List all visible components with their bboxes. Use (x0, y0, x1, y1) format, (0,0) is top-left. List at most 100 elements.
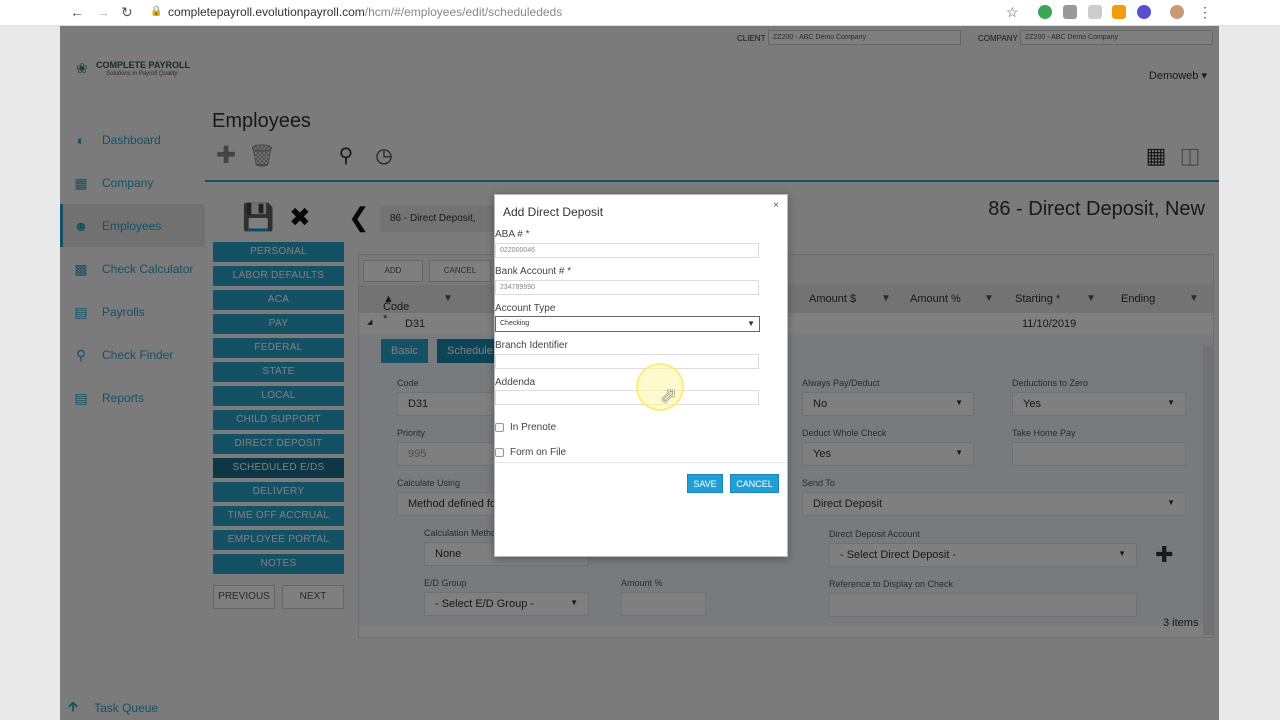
task-queue[interactable]: 🡱 Task Queue (68, 696, 158, 720)
form-on-file-checkbox[interactable]: Form on File (495, 447, 566, 458)
addenda-label: Addenda (495, 377, 536, 388)
collapse-icon[interactable]: ◢ (367, 318, 372, 326)
tab-personal[interactable]: PERSONAL (213, 242, 344, 262)
form-view-icon[interactable]: ◫ (1176, 142, 1204, 170)
tab-notes[interactable]: NOTES (213, 554, 344, 574)
extension-check-icon[interactable] (1038, 5, 1052, 19)
cancel-button[interactable]: CANCEL (730, 474, 779, 493)
filter-icon[interactable]: ▼ (443, 293, 453, 304)
filter-icon[interactable]: ▼ (984, 293, 994, 304)
row-starting: 11/10/2019 (1022, 318, 1077, 330)
back-chevron-icon[interactable]: ❮ (348, 202, 370, 233)
scrollbar[interactable] (1203, 345, 1213, 635)
in-prenote-checkbox[interactable]: In Prenote (495, 422, 556, 433)
avatar[interactable] (1170, 5, 1184, 19)
next-button[interactable]: NEXT (282, 585, 344, 609)
dialog-divider (495, 462, 787, 463)
extension-cloud-icon[interactable] (1063, 5, 1077, 19)
kebab-menu-icon[interactable]: ⋮ (1198, 4, 1212, 21)
add-direct-deposit-icon[interactable]: ✚ (1155, 542, 1173, 568)
col-code[interactable]: Code * ▲ (383, 293, 409, 325)
client-label: CLIENT (737, 34, 766, 43)
back-icon[interactable]: ← (70, 4, 84, 20)
ed-group-select[interactable]: - Select E/D Group - ▼ (424, 592, 589, 616)
sidebar-item-check-finder[interactable]: ⚲ Check Finder (60, 333, 205, 376)
forward-icon[interactable]: → (96, 4, 110, 20)
tab-pay[interactable]: PAY (213, 314, 344, 334)
sidebar-item-company[interactable]: ▦ Company (60, 161, 205, 204)
mouse-pointer-icon: ⬀ (660, 385, 677, 407)
extension-v-icon[interactable] (1137, 5, 1151, 19)
calc-using-label: Calculate Using (397, 478, 461, 488)
previous-button[interactable]: PREVIOUS (213, 585, 275, 609)
tab-local[interactable]: LOCAL (213, 386, 344, 406)
ed-group-label: E/D Group (424, 578, 467, 588)
detail-tab-schedule[interactable]: Schedule (437, 339, 503, 363)
save-button[interactable]: SAVE (687, 474, 723, 493)
checkbox-icon (495, 423, 504, 432)
grid-add-button[interactable]: ADD (363, 260, 423, 282)
client-select[interactable]: ZZ200 - ABC Demo Company (768, 30, 961, 45)
employee-name-heading: 86 - Direct Deposit, New (988, 198, 1205, 220)
col-amount-dollar[interactable]: Amount $ (809, 293, 856, 305)
addenda-input[interactable] (495, 390, 759, 405)
tab-scheduled-eds[interactable]: SCHEDULED E/DS (213, 458, 344, 478)
reference-field[interactable] (829, 593, 1137, 617)
add-icon[interactable]: ✚ (212, 142, 240, 170)
sidebar-item-check-calculator[interactable]: ▩ Check Calculator (60, 247, 205, 290)
grid-view-icon[interactable]: ▦ (1142, 142, 1170, 170)
dd-account-label: Direct Deposit Account (829, 529, 921, 539)
star-icon[interactable]: ☆ (1006, 4, 1019, 21)
tab-child-support[interactable]: CHILD SUPPORT (213, 410, 344, 430)
sidebar-item-dashboard[interactable]: ◐ Dashboard (60, 118, 205, 161)
sidebar-item-employees[interactable]: ☻ Employees (60, 204, 205, 247)
tab-state[interactable]: STATE (213, 362, 344, 382)
reload-icon[interactable]: ↻ (121, 4, 133, 21)
logo-tagline: Solutions in Payroll Quality (106, 71, 178, 77)
bank-account-input[interactable]: 234789990 (495, 280, 759, 295)
tab-federal[interactable]: FEDERAL (213, 338, 344, 358)
calendar-clock-icon[interactable]: ◷ (370, 142, 398, 170)
close-icon[interactable]: ✖ (289, 202, 311, 233)
tab-labor-defaults[interactable]: LABOR DEFAULTS (213, 266, 344, 286)
dropdown-icon: ▼ (570, 598, 578, 607)
trash-icon[interactable]: 🗑 (248, 142, 276, 170)
col-ending[interactable]: Ending (1121, 293, 1155, 305)
sidebar-item-payrolls[interactable]: ▤ Payrolls (60, 290, 205, 333)
tab-direct-deposit[interactable]: DIRECT DEPOSIT (213, 434, 344, 454)
sidebar-item-reports[interactable]: ▤ Reports (60, 376, 205, 419)
col-starting[interactable]: Starting * (1015, 293, 1060, 305)
tab-aca[interactable]: ACA (213, 290, 344, 310)
filter-icon[interactable]: ▼ (1189, 293, 1199, 304)
tab-time-off-accrual[interactable]: TIME OFF ACCRUAL (213, 506, 344, 526)
close-icon[interactable]: × (773, 200, 779, 211)
save-icon[interactable]: 💾 (242, 202, 274, 233)
take-home-field[interactable] (1012, 442, 1186, 466)
deduct-whole-select[interactable]: Yes ▼ (802, 442, 974, 466)
extension-box-icon[interactable] (1088, 5, 1102, 19)
filter-icon[interactable]: ▼ (881, 293, 891, 304)
aba-input[interactable]: 022000046 (495, 243, 759, 258)
dropdown-icon: ▼ (1167, 498, 1175, 507)
company-select[interactable]: ZZ200 - ABC Demo Company (1020, 30, 1213, 45)
send-to-select[interactable]: Direct Deposit ▼ (802, 492, 1186, 516)
always-pay-select[interactable]: No ▼ (802, 392, 974, 416)
deductions-zero-select[interactable]: Yes ▼ (1012, 392, 1186, 416)
filter-icon[interactable]: ▼ (1086, 293, 1096, 304)
search-doc-icon[interactable]: ⚲ (332, 142, 360, 170)
tab-employee-portal[interactable]: EMPLOYEE PORTAL (213, 530, 344, 550)
branch-identifier-input[interactable] (495, 354, 759, 369)
grid-cancel-button[interactable]: CANCEL (429, 260, 491, 282)
extension-orange-icon[interactable] (1112, 5, 1126, 19)
amount-percent-field[interactable] (621, 592, 706, 616)
col-amount-percent[interactable]: Amount % (910, 293, 961, 305)
dashboard-icon: ◐ (76, 131, 86, 148)
dd-account-select[interactable]: - Select Direct Deposit - ▼ (829, 543, 1137, 567)
address-bar[interactable]: completepayroll.evolutionpayroll.com/hcm… (168, 5, 562, 19)
tab-delivery[interactable]: DELIVERY (213, 482, 344, 502)
account-type-select[interactable]: Checking ▼ (495, 316, 760, 332)
detail-tab-basic[interactable]: Basic (381, 339, 428, 363)
send-to-label: Send To (802, 478, 835, 488)
user-menu[interactable]: Demoweb ▾ (1149, 69, 1207, 82)
dialog-title: Add Direct Deposit (503, 205, 604, 219)
